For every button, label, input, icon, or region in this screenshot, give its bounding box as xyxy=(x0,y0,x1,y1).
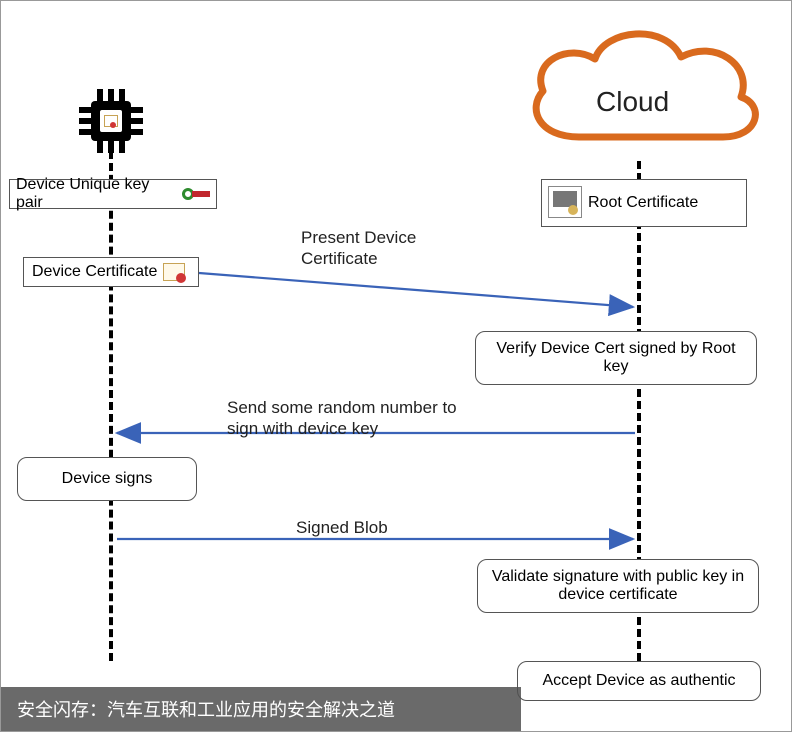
root-cert-label: Root Certificate xyxy=(588,194,698,212)
footer-caption: 安全闪存：汽车互联和工业应用的安全解决之道 xyxy=(1,687,521,731)
device-keypair-box: Device Unique key pair xyxy=(9,179,217,209)
device-lifeline xyxy=(109,151,113,661)
accept-label: Accept Device as authentic xyxy=(543,672,736,690)
cloud-label: Cloud xyxy=(596,86,669,118)
device-signs-label: Device signs xyxy=(62,470,153,488)
verify-label: Verify Device Cert signed by Root key xyxy=(486,340,746,376)
device-cert-label: Device Certificate xyxy=(32,263,157,281)
msg-random-label: Send some random number to sign with dev… xyxy=(227,397,487,440)
accept-box: Accept Device as authentic xyxy=(517,661,761,701)
msg-signed-label: Signed Blob xyxy=(296,517,416,538)
key-icon xyxy=(182,187,210,201)
validate-label: Validate signature with public key in de… xyxy=(488,568,748,604)
msg-present-label: Present Device Certificate xyxy=(301,227,461,270)
device-keypair-label: Device Unique key pair xyxy=(16,176,178,212)
device-signs-box: Device signs xyxy=(17,457,197,501)
device-cert-box: Device Certificate xyxy=(23,257,199,287)
footer-label: 安全闪存：汽车互联和工业应用的安全解决之道 xyxy=(17,696,395,722)
verify-box: Verify Device Cert signed by Root key xyxy=(475,331,757,385)
root-cert-box: Root Certificate xyxy=(541,179,747,227)
certificate-icon xyxy=(163,263,185,281)
chip-icon xyxy=(79,89,143,153)
certificate-icon xyxy=(548,186,582,218)
validate-box: Validate signature with public key in de… xyxy=(477,559,759,613)
